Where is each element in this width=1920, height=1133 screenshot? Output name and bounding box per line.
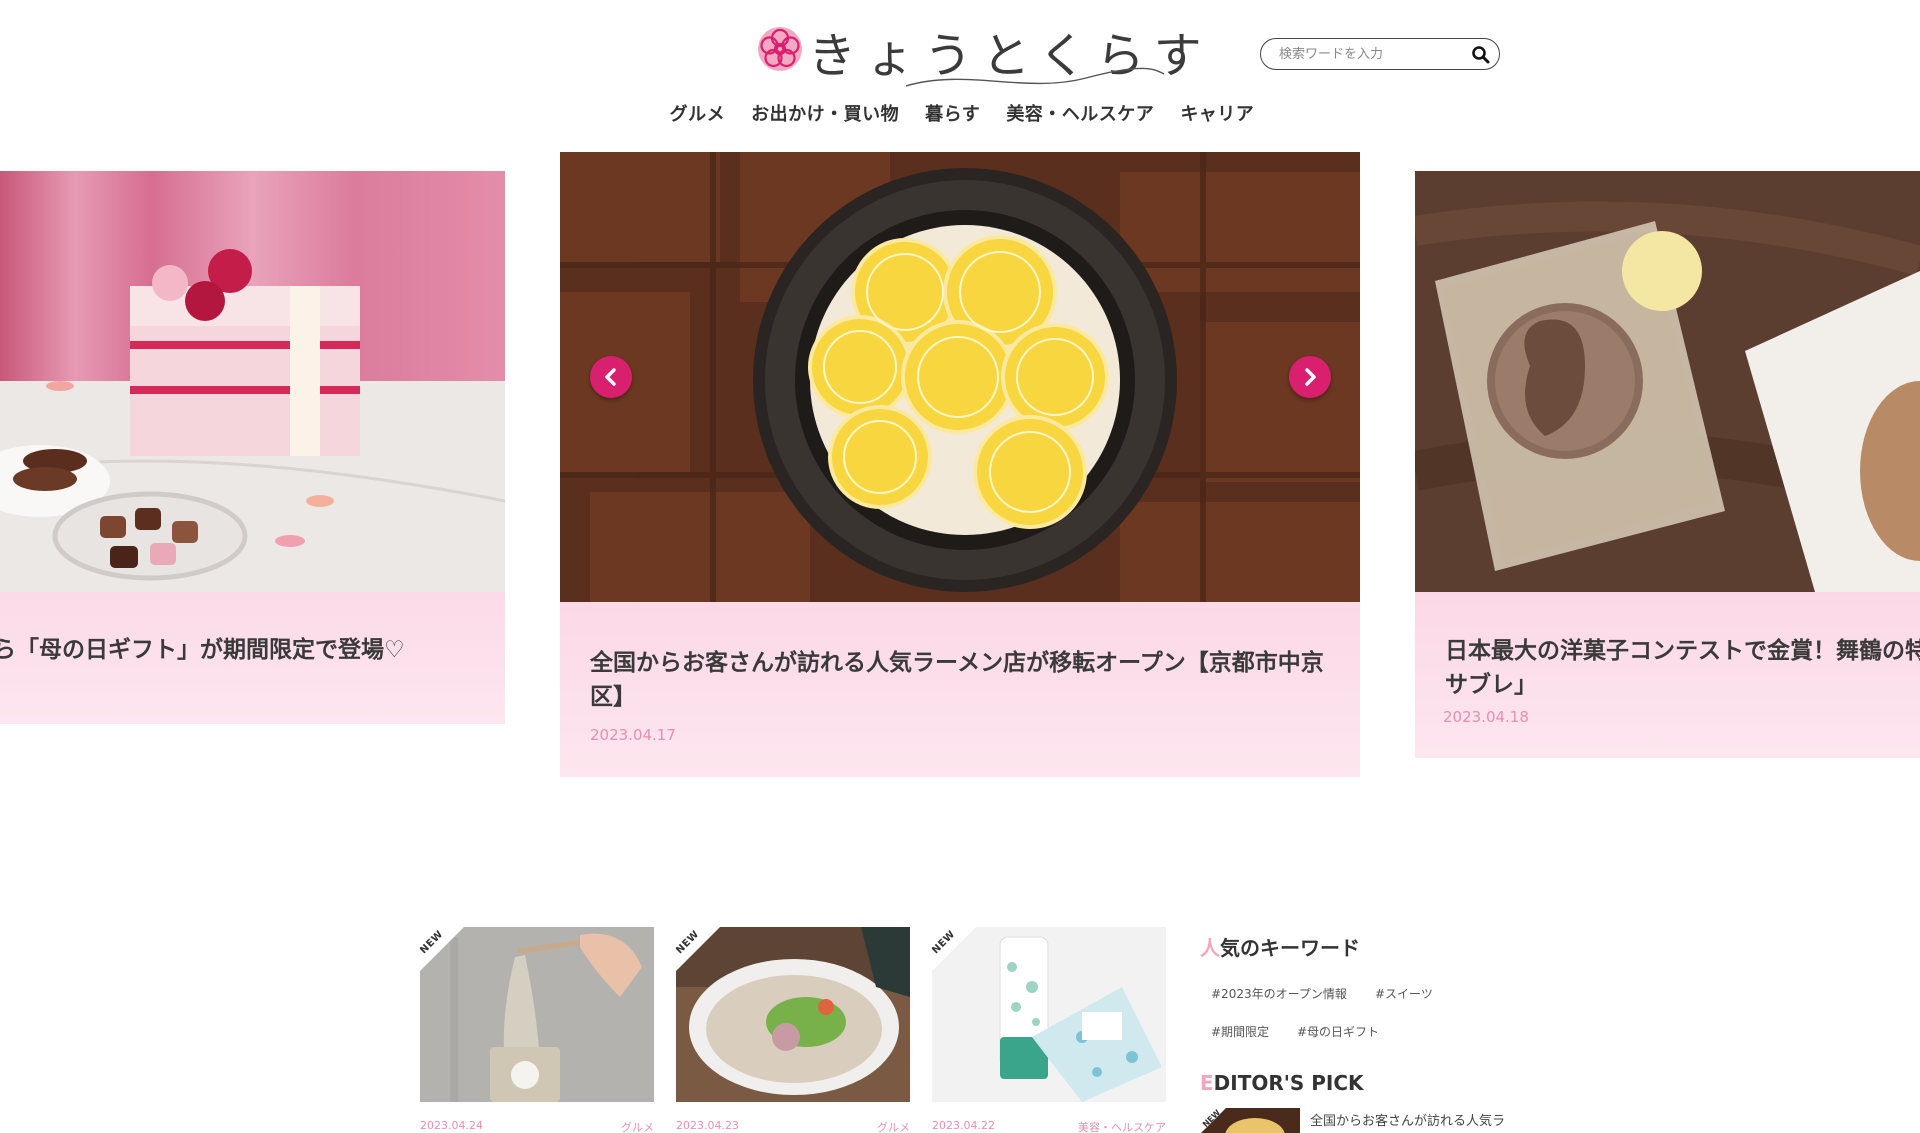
nav-item-outing-shopping[interactable]: お出かけ・買い物 [751,100,899,126]
editors-pick-title[interactable]: 全国からお客さんが訪れる人気ラ [1310,1110,1505,1129]
editors-pick-item[interactable]: NEW 全国からお客さんが訪れる人気ラ [1200,1108,1505,1133]
article-card[interactable]: NEW 2023.04.22 美容・ヘルスケア [932,927,1166,1133]
nav-item-beauty-health[interactable]: 美容・ヘルスケア [1006,100,1154,126]
popular-keywords-heading: 人気のキーワード [1200,936,1360,960]
article-meta: 2023.04.23 グルメ [676,1119,910,1133]
nav-item-gourmet[interactable]: グルメ [670,100,726,126]
carousel-card-center[interactable]: 全国からお客さんが訪れる人気ラーメン店が移転オープン【京都市中京区】 2023.… [560,152,1360,777]
keyword-tag[interactable]: #母の日ギフト [1297,1023,1379,1040]
carousel-card-right-date: 2023.04.18 [1443,708,1529,726]
article-category[interactable]: 美容・ヘルスケア [1078,1119,1166,1133]
carousel-next-button[interactable] [1289,356,1331,398]
article-date: 2023.04.23 [676,1119,739,1132]
keyword-tag[interactable]: #2023年のオープン情報 [1211,985,1347,1002]
article-card[interactable]: NEW 2023.04.24 グルメ [420,927,654,1133]
carousel-card-left-title[interactable]: から「母の日ギフト」が期間限定で登場♡ [0,633,405,667]
logo-flower-icon [758,27,802,71]
carousel-card-right-title-line2: サブレ」 [1445,672,1537,698]
carousel-card-right-title[interactable]: 日本最大の洋菓子コンテストで金賞！舞鶴の特産 サブレ」 [1445,634,1920,702]
search-icon[interactable] [1471,45,1491,65]
carousel-card-center-date: 2023.04.17 [590,726,676,744]
editors-pick-thumbnail: NEW [1200,1108,1300,1133]
new-badge: NEW [420,927,464,971]
carousel-image-peanut-sable [1415,171,1920,592]
carousel-prev-button[interactable] [590,356,632,398]
article-thumbnail: NEW [676,927,910,1102]
carousel-card-right-title-line1: 日本最大の洋菓子コンテストで金賞！舞鶴の特産 [1445,638,1920,664]
carousel-card-left[interactable]: から「母の日ギフト」が期間限定で登場♡ [0,171,505,724]
article-category[interactable]: グルメ [621,1119,654,1133]
site-logo[interactable]: きょうとくらす [756,14,1202,87]
carousel-card-right[interactable]: 日本最大の洋菓子コンテストで金賞！舞鶴の特産 サブレ」 2023.04.18 [1415,171,1920,758]
chevron-left-icon [605,368,616,386]
nav-item-career[interactable]: キャリア [1180,100,1254,126]
new-badge: NEW [932,927,976,971]
article-card[interactable]: NEW 2023.04.23 グルメ [676,927,910,1133]
article-date: 2023.04.22 [932,1119,995,1132]
nav-item-living[interactable]: 暮らす [925,100,980,126]
carousel-image-mothers-day-gift [0,171,505,592]
search-input[interactable] [1279,44,1469,64]
article-category[interactable]: グルメ [877,1119,910,1133]
article-meta: 2023.04.22 美容・ヘルスケア [932,1119,1166,1133]
chevron-right-icon [1305,368,1316,386]
keyword-tag[interactable]: #スイーツ [1375,985,1433,1002]
search-box[interactable] [1260,38,1500,70]
article-meta: 2023.04.24 グルメ [420,1119,654,1133]
article-date: 2023.04.24 [420,1119,483,1132]
article-thumbnail: NEW [932,927,1166,1102]
carousel-card-center-title[interactable]: 全国からお客さんが訪れる人気ラーメン店が移転オープン【京都市中京区】 [590,646,1330,714]
editors-pick-heading: EDITOR'S PICK [1200,1071,1364,1095]
carousel-image-lemon-ramen [560,152,1360,602]
keyword-tag[interactable]: #期間限定 [1211,1023,1269,1040]
new-badge: NEW [676,927,720,971]
main-nav: グルメ お出かけ・買い物 暮らす 美容・ヘルスケア キャリア [0,100,1920,126]
logo-swash [906,67,1165,87]
article-thumbnail: NEW [420,927,654,1102]
